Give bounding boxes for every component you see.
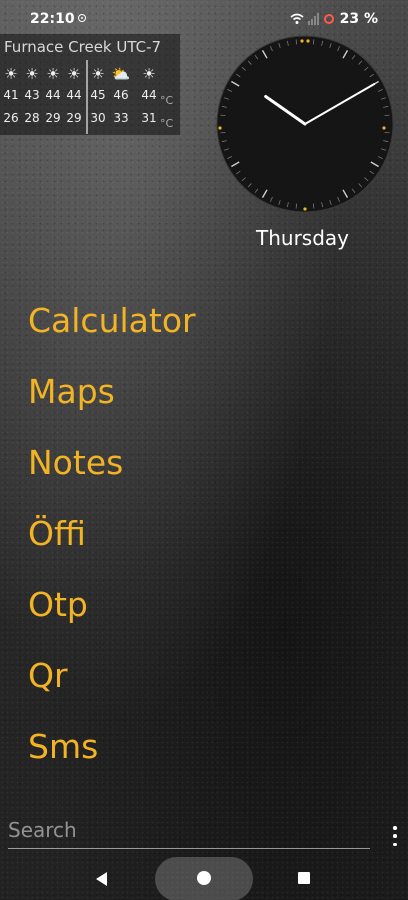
sun-icon: ☀ xyxy=(67,65,81,83)
search-bar xyxy=(8,818,370,849)
weather-day: ☀ 44 29 xyxy=(63,64,85,130)
status-time: 22:10 xyxy=(30,11,75,27)
weather-widget[interactable]: Furnace Creek UTC-7 ☀ 41 26 ☀ 43 28 ☀ 44… xyxy=(0,34,180,135)
home-screen: 22:10 23 % Furnace Creek UTC-7 ☀ 41 26 ☀… xyxy=(0,0,408,900)
sun-icon: ☀ xyxy=(25,65,39,83)
app-calculator[interactable]: Calculator xyxy=(28,296,196,367)
weather-low: 26 xyxy=(3,111,19,125)
app-sms[interactable]: Sms xyxy=(28,722,196,793)
status-bar: 22:10 23 % xyxy=(0,0,408,38)
search-input[interactable] xyxy=(8,818,368,842)
notification-dot-icon xyxy=(78,14,86,22)
clock-marker-12 xyxy=(300,39,304,43)
sun-icon: ☀ xyxy=(4,65,18,83)
clock-tick xyxy=(312,39,315,45)
weather-day: ☀ 43 28 xyxy=(21,64,43,130)
clock-marker-12 xyxy=(306,39,310,43)
clock-tick xyxy=(312,203,315,209)
app-list: Calculator Maps Notes Öffi Otp Qr Sms xyxy=(28,296,196,793)
weather-day: ☀ 44 31 xyxy=(138,64,160,130)
clock-marker-3 xyxy=(382,126,386,130)
weather-day: ☀ 41 26 xyxy=(0,64,22,130)
home-icon[interactable] xyxy=(197,871,211,885)
weather-day: ☀ 44 29 xyxy=(42,64,64,130)
sun-icon: ☀ xyxy=(142,65,156,83)
app-offi[interactable]: Öffi xyxy=(28,509,196,580)
more-options-icon[interactable] xyxy=(390,826,400,846)
weather-day: ⛅ 46 33 xyxy=(110,64,132,130)
clock-day-label: Thursday xyxy=(256,226,349,250)
clock-tick xyxy=(295,39,298,45)
weather-low: 33 xyxy=(113,111,129,125)
weather-high: 44 xyxy=(66,88,82,102)
weather-low: 31 xyxy=(141,111,157,125)
weather-low: 28 xyxy=(24,111,40,125)
clock-tick xyxy=(384,114,390,117)
battery-icon xyxy=(323,14,334,24)
weather-high: 46 xyxy=(113,88,129,102)
weather-low: 29 xyxy=(66,111,82,125)
status-icons: 23 % xyxy=(290,11,378,27)
clock-tick xyxy=(220,114,226,117)
app-maps[interactable]: Maps xyxy=(28,367,196,438)
navigation-bar xyxy=(0,855,408,900)
weather-low: 30 xyxy=(90,111,106,125)
app-otp[interactable]: Otp xyxy=(28,580,196,651)
battery-percent: 23 % xyxy=(339,11,378,27)
weather-high: 45 xyxy=(90,88,106,102)
app-notes[interactable]: Notes xyxy=(28,438,196,509)
more-dot xyxy=(393,826,397,830)
sun-icon: ☀ xyxy=(46,65,60,83)
temperature-unit: °C xyxy=(160,94,174,107)
signal-icon xyxy=(307,13,319,25)
recents-icon[interactable] xyxy=(298,872,310,884)
clock-marker-6 xyxy=(303,207,307,211)
back-icon[interactable] xyxy=(96,872,107,886)
partly-cloudy-icon: ⛅ xyxy=(111,65,131,83)
temperature-unit: °C xyxy=(160,117,174,130)
weather-high: 44 xyxy=(45,88,61,102)
wifi-icon xyxy=(290,13,304,24)
weather-high: 44 xyxy=(141,88,157,102)
weather-location: Furnace Creek UTC-7 xyxy=(4,38,162,56)
weather-high: 41 xyxy=(3,88,19,102)
weather-day: ☀ 45 30 xyxy=(87,64,109,130)
analog-clock[interactable] xyxy=(216,35,394,213)
clock-tick xyxy=(220,131,226,134)
more-dot xyxy=(393,842,397,846)
app-qr[interactable]: Qr xyxy=(28,651,196,722)
weather-low: 29 xyxy=(45,111,61,125)
more-dot xyxy=(393,834,397,838)
clock-tick xyxy=(384,131,390,134)
clock-marker-9 xyxy=(218,126,222,130)
weather-high: 43 xyxy=(24,88,40,102)
clock-tick xyxy=(295,203,298,209)
sun-icon: ☀ xyxy=(91,65,105,83)
